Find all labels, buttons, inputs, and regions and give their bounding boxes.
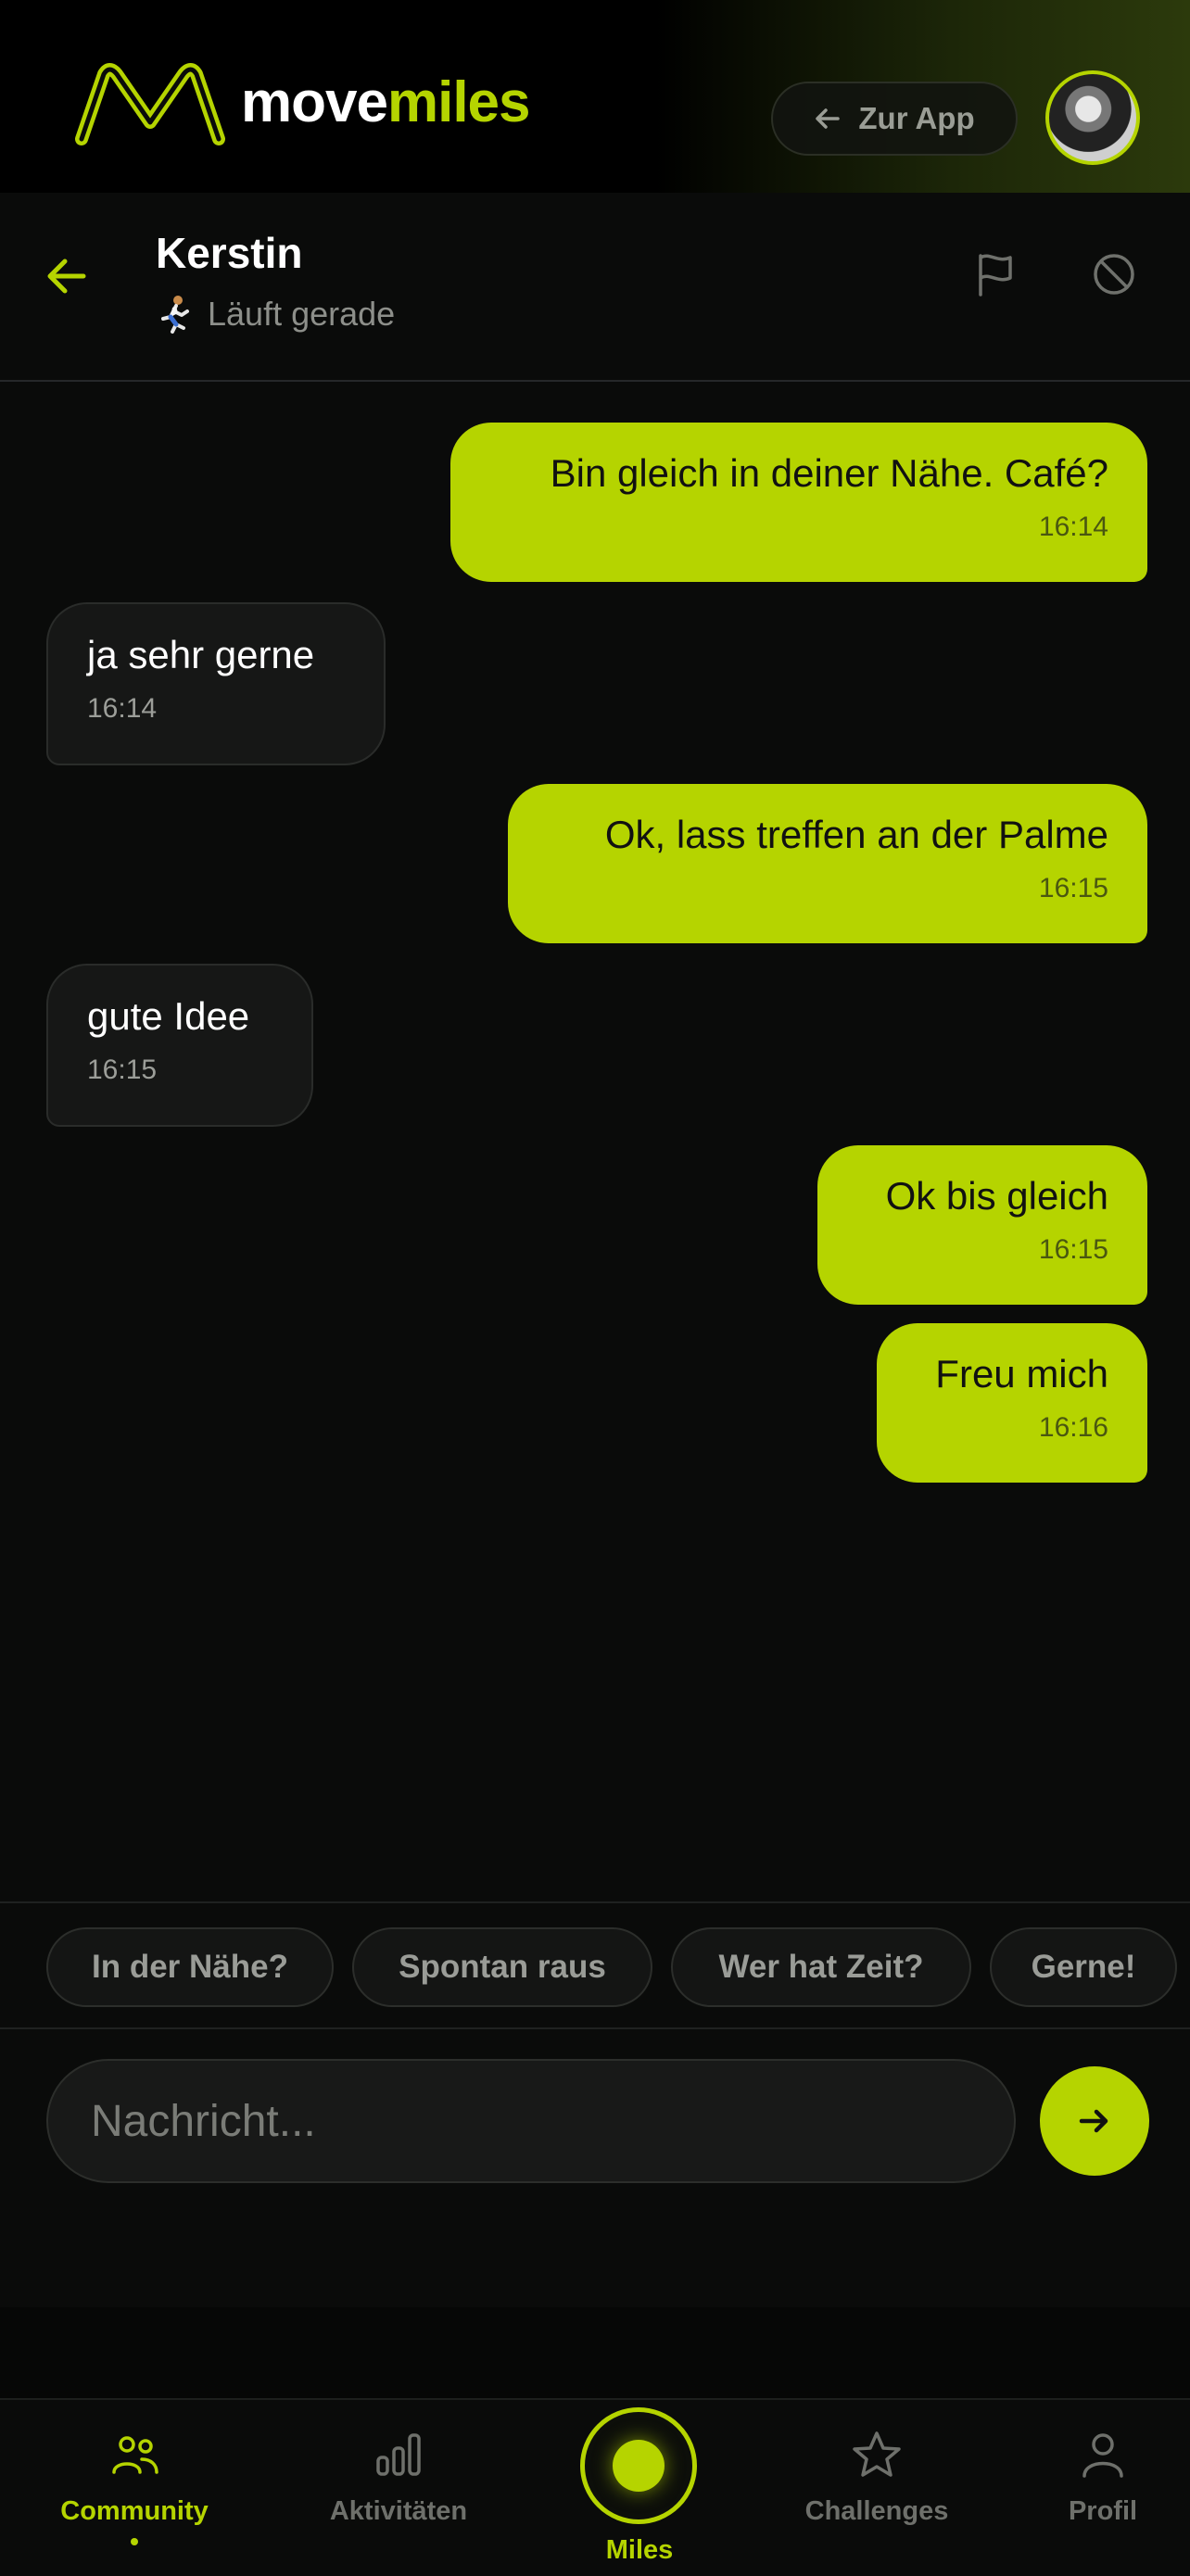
nav-item-miles[interactable] [580,2407,697,2524]
nav-label-miles: Miles [605,2535,674,2565]
message-time: 16:15 [1038,873,1108,903]
arrow-right-icon [1079,2109,1108,2133]
message-time: 16:14 [1038,511,1108,542]
nav-item-challenges[interactable]: Challenges [775,2428,979,2527]
movemiles-logo[interactable]: movemiles [72,57,531,146]
contact-status-text: Läuft gerade [208,295,396,333]
nav-label: Community [60,2496,209,2526]
message-text: Freu mich [935,1352,1108,1395]
nav-item-aktivitaeten[interactable]: Aktivitäten [297,2428,500,2527]
miles-dot-icon [613,2440,665,2492]
runner-icon [161,296,189,334]
message-bubble-incoming[interactable]: ja sehr gerne 16:14 [46,602,386,765]
user-avatar[interactable] [1045,70,1140,165]
message-time: 16:14 [87,693,158,724]
nav-label: Aktivitäten [329,2496,468,2526]
message-text: Ok, lass treffen an der Palme [604,813,1108,856]
active-indicator-dot [131,2538,138,2545]
quick-reply-chip[interactable]: Gerne! [990,1927,1177,2007]
send-button[interactable] [1040,2066,1149,2176]
message-bubble-outgoing[interactable]: Freu mich 16:16 [877,1323,1147,1483]
quick-reply-chip[interactable]: In der Nähe? [46,1927,334,2007]
nav-item-profil[interactable]: Profil [1001,2428,1190,2527]
back-arrow-icon[interactable] [43,252,91,300]
bar-chart-icon [376,2433,421,2476]
quick-reply-chip[interactable]: Spontan raus [352,1927,652,2007]
nav-label: Challenges [804,2496,949,2526]
quick-reply-chip[interactable]: Wer hat Zeit? [671,1927,971,2007]
logo-mark-icon [75,63,225,145]
message-bubble-outgoing[interactable]: Bin gleich in deiner Nähe. Café? 16:14 [450,423,1147,582]
contact-status: Läuft gerade [156,295,395,334]
block-icon[interactable] [1090,250,1138,298]
flag-icon[interactable] [971,250,1019,298]
message-text: Bin gleich in deiner Nähe. Café? [550,451,1108,495]
message-text: ja sehr gerne [87,633,315,676]
message-bubble-incoming[interactable]: gute Idee 16:15 [46,964,313,1127]
people-icon [112,2436,158,2474]
nav-spacer [0,2307,1190,2400]
message-input[interactable] [46,2059,1016,2183]
star-icon [853,2431,901,2477]
nav-item-community[interactable]: Community [32,2428,236,2545]
logo-word-miles: miles [386,69,531,134]
back-to-app-label: Zur App [858,101,975,135]
message-text: Ok bis gleich [885,1174,1108,1218]
message-time: 16:16 [1038,1412,1108,1443]
person-icon [1082,2433,1123,2478]
message-bubble-outgoing[interactable]: Ok bis gleich 16:15 [817,1145,1147,1305]
message-bubble-outgoing[interactable]: Ok, lass treffen an der Palme 16:15 [508,784,1147,943]
logo-wordmark: movemiles [241,69,531,135]
nav-label: Profil [1068,2496,1138,2526]
back-to-app-button[interactable]: Zur App [771,82,1018,156]
contact-name: Kerstin [156,229,303,277]
arrow-left-icon [816,108,841,129]
logo-word-move: move [241,69,388,134]
message-time: 16:15 [87,1054,158,1085]
message-time: 16:15 [1038,1234,1108,1265]
message-text: gute Idee [87,994,250,1038]
